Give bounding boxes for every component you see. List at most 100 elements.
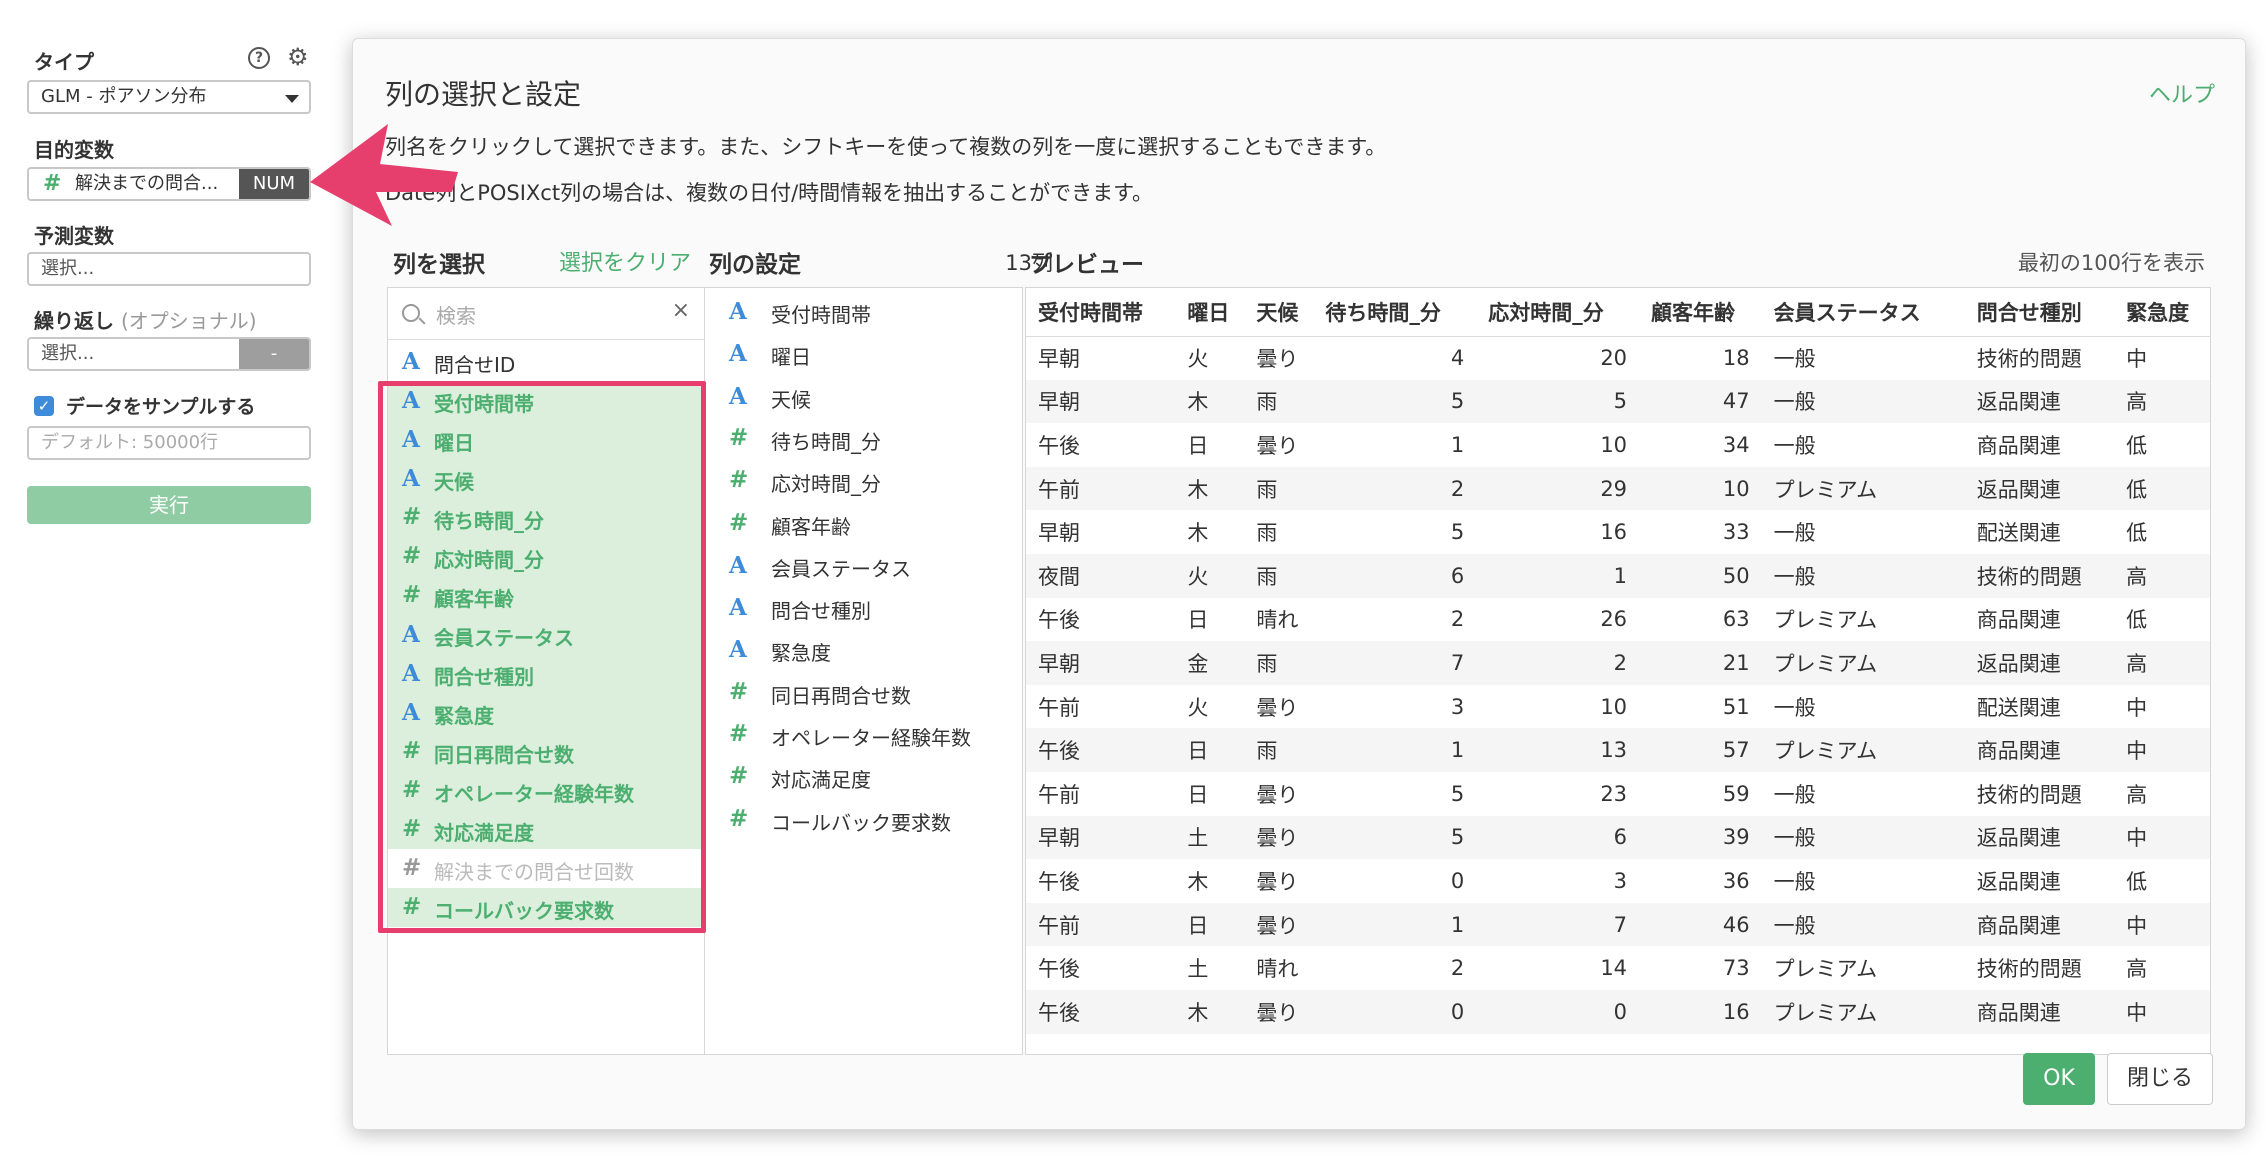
table-cell: 5 — [1450, 781, 1465, 806]
table-cell: 雨 — [1244, 553, 1314, 598]
settings-item[interactable]: A 曜日 — [705, 334, 1021, 376]
preview-column-header: 曜日 — [1175, 288, 1245, 337]
column-search[interactable]: 検索 × — [388, 288, 704, 340]
table-cell: 46 — [1639, 902, 1762, 947]
repeat-button[interactable]: - — [239, 339, 309, 369]
ok-button[interactable]: OK — [2023, 1053, 2095, 1105]
help-icon[interactable]: ? — [248, 47, 270, 69]
selection-highlight-box — [378, 381, 706, 933]
settings-item-label: 曜日 — [771, 345, 811, 370]
settings-item[interactable]: # 対応満足度 — [705, 757, 1021, 799]
table-cell: 午後 — [1026, 728, 1176, 772]
sidebar: タイプ ? ⚙ GLM - ポアソン分布 目的変数 # 解決までの問合... N… — [0, 0, 340, 1156]
text-type-icon: A — [402, 348, 420, 375]
table-cell: 晴れ — [1256, 957, 1299, 982]
settings-item[interactable]: A 問合せ種別 — [705, 588, 1021, 630]
table-cell: 午後 — [1038, 433, 1080, 458]
settings-item[interactable]: # オペレーター経験年数 — [705, 715, 1021, 757]
table-cell: 4 — [1450, 346, 1465, 371]
settings-item[interactable]: # 応対時間_分 — [705, 461, 1021, 503]
table-cell: 低 — [2126, 869, 2148, 894]
help-link[interactable]: ヘルプ — [2149, 77, 2215, 109]
type-select[interactable]: GLM - ポアソン分布 — [27, 80, 311, 114]
table-cell: 商品関連 — [1976, 608, 2061, 633]
predictor-label: 予測変数 — [34, 224, 114, 248]
gear-icon[interactable]: ⚙ — [287, 45, 309, 69]
text-type-icon: A — [729, 636, 747, 664]
table-cell: 返品関連 — [1964, 466, 2115, 511]
table-cell: 34 — [1722, 432, 1750, 457]
table-cell: プレミアム — [1773, 957, 1878, 982]
table-cell: 返品関連 — [1964, 641, 2115, 685]
table-cell: 曇り — [1256, 782, 1299, 807]
run-button[interactable]: 実行 — [27, 486, 311, 524]
predictor-select[interactable]: 選択... — [27, 252, 311, 286]
target-variable-field[interactable]: # 解決までの問合... NUM — [27, 167, 311, 201]
settings-item[interactable]: A 受付時間帯 — [705, 292, 1021, 334]
table-cell: 63 — [1722, 607, 1750, 632]
table-cell: 早朝 — [1038, 347, 1080, 372]
clear-search-icon[interactable]: × — [672, 298, 690, 323]
table-cell: 47 — [1639, 379, 1762, 424]
table-cell: 3 — [1613, 868, 1628, 893]
type-label: タイプ — [34, 50, 94, 74]
table-cell: 日 — [1187, 608, 1209, 633]
settings-item-label: 応対時間_分 — [771, 472, 881, 497]
table-cell: 夜間 — [1026, 553, 1176, 598]
table-cell: 火 — [1187, 695, 1209, 720]
close-button[interactable]: 閉じる — [2107, 1053, 2213, 1105]
search-input[interactable]: 検索 — [436, 300, 476, 329]
table-cell: 0 — [1450, 868, 1465, 893]
table-cell: 日 — [1187, 433, 1209, 458]
table-cell: 午後 — [1026, 989, 1176, 1034]
table-row: 早朝 木 雨 5 16 33 一般 配送関連 低 — [1026, 510, 2210, 554]
table-cell: 商品関連 — [1964, 989, 2115, 1034]
table-cell: 10 — [1600, 694, 1628, 719]
table-row: 午前日曇り 1 7 46 一般 商品関連中 — [1026, 902, 2210, 947]
table-cell: 午後 — [1038, 608, 1080, 633]
settings-item-label: 会員ステータス — [771, 556, 911, 581]
dialog-description-2: Date列とPOSIXct列の場合は、複数の日付/時間情報を抽出することができま… — [385, 181, 1154, 205]
table-cell: 73 — [1722, 956, 1750, 981]
table-cell: 1 — [1450, 432, 1465, 457]
table-cell: 14 — [1600, 956, 1628, 981]
table-cell: 33 — [1722, 520, 1750, 545]
text-type-icon: A — [729, 594, 747, 622]
table-cell: 20 — [1600, 346, 1628, 371]
settings-item[interactable]: A 会員ステータス — [705, 546, 1021, 588]
preview-column-header: 応対時間_分 — [1476, 288, 1640, 337]
settings-item[interactable]: A 天候 — [705, 377, 1021, 419]
table-cell: 中 — [2114, 989, 2210, 1034]
settings-item[interactable]: # 同日再問合せ数 — [705, 673, 1021, 715]
table-row: 午前 日 曇り 5 23 59 一般 技術的問題 高 — [1026, 772, 2210, 816]
table-cell: 火 — [1175, 553, 1245, 598]
table-cell: 曇り — [1256, 347, 1299, 372]
table-cell: 6 — [1476, 815, 1640, 860]
settings-item[interactable]: # 待ち時間_分 — [705, 419, 1021, 461]
table-row: 夜間火雨 6 1 50 一般 技術的問題高 — [1026, 553, 2210, 598]
table-cell: 木 — [1175, 466, 1245, 511]
target-label: 目的変数 — [34, 138, 114, 162]
sample-checkbox[interactable]: ✓ — [34, 396, 54, 416]
clear-selection-link[interactable]: 選択をクリア — [559, 245, 691, 277]
settings-item[interactable]: # 顧客年齢 — [705, 504, 1021, 546]
table-cell: 2 — [1313, 466, 1477, 511]
table-row: 午前木雨 2 29 10 プレミアム 返品関連低 — [1026, 466, 2210, 511]
repeat-select[interactable]: 選択... - — [27, 337, 311, 371]
table-cell: 一般 — [1761, 815, 1965, 860]
table-cell: 29 — [1476, 466, 1640, 511]
table-cell: 高 — [2126, 957, 2148, 982]
table-cell: 50 — [1639, 553, 1762, 598]
table-cell: 早朝 — [1026, 641, 1176, 685]
preview-column-header: 緊急度 — [2114, 288, 2210, 337]
settings-item[interactable]: A 緊急度 — [705, 630, 1021, 672]
table-cell: 曇り — [1244, 815, 1314, 860]
table-cell: 0 — [1313, 989, 1477, 1034]
repeat-label-text: 繰り返し — [34, 309, 114, 333]
table-cell: 午前 — [1026, 466, 1176, 511]
column-item[interactable]: A 問合せID — [388, 342, 704, 381]
settings-item[interactable]: # コールバック要求数 — [705, 800, 1021, 842]
annotation-arrow-icon — [310, 124, 458, 226]
table-cell: 曇り — [1256, 869, 1299, 894]
sample-size-input[interactable]: デフォルト: 50000行 — [27, 426, 311, 460]
